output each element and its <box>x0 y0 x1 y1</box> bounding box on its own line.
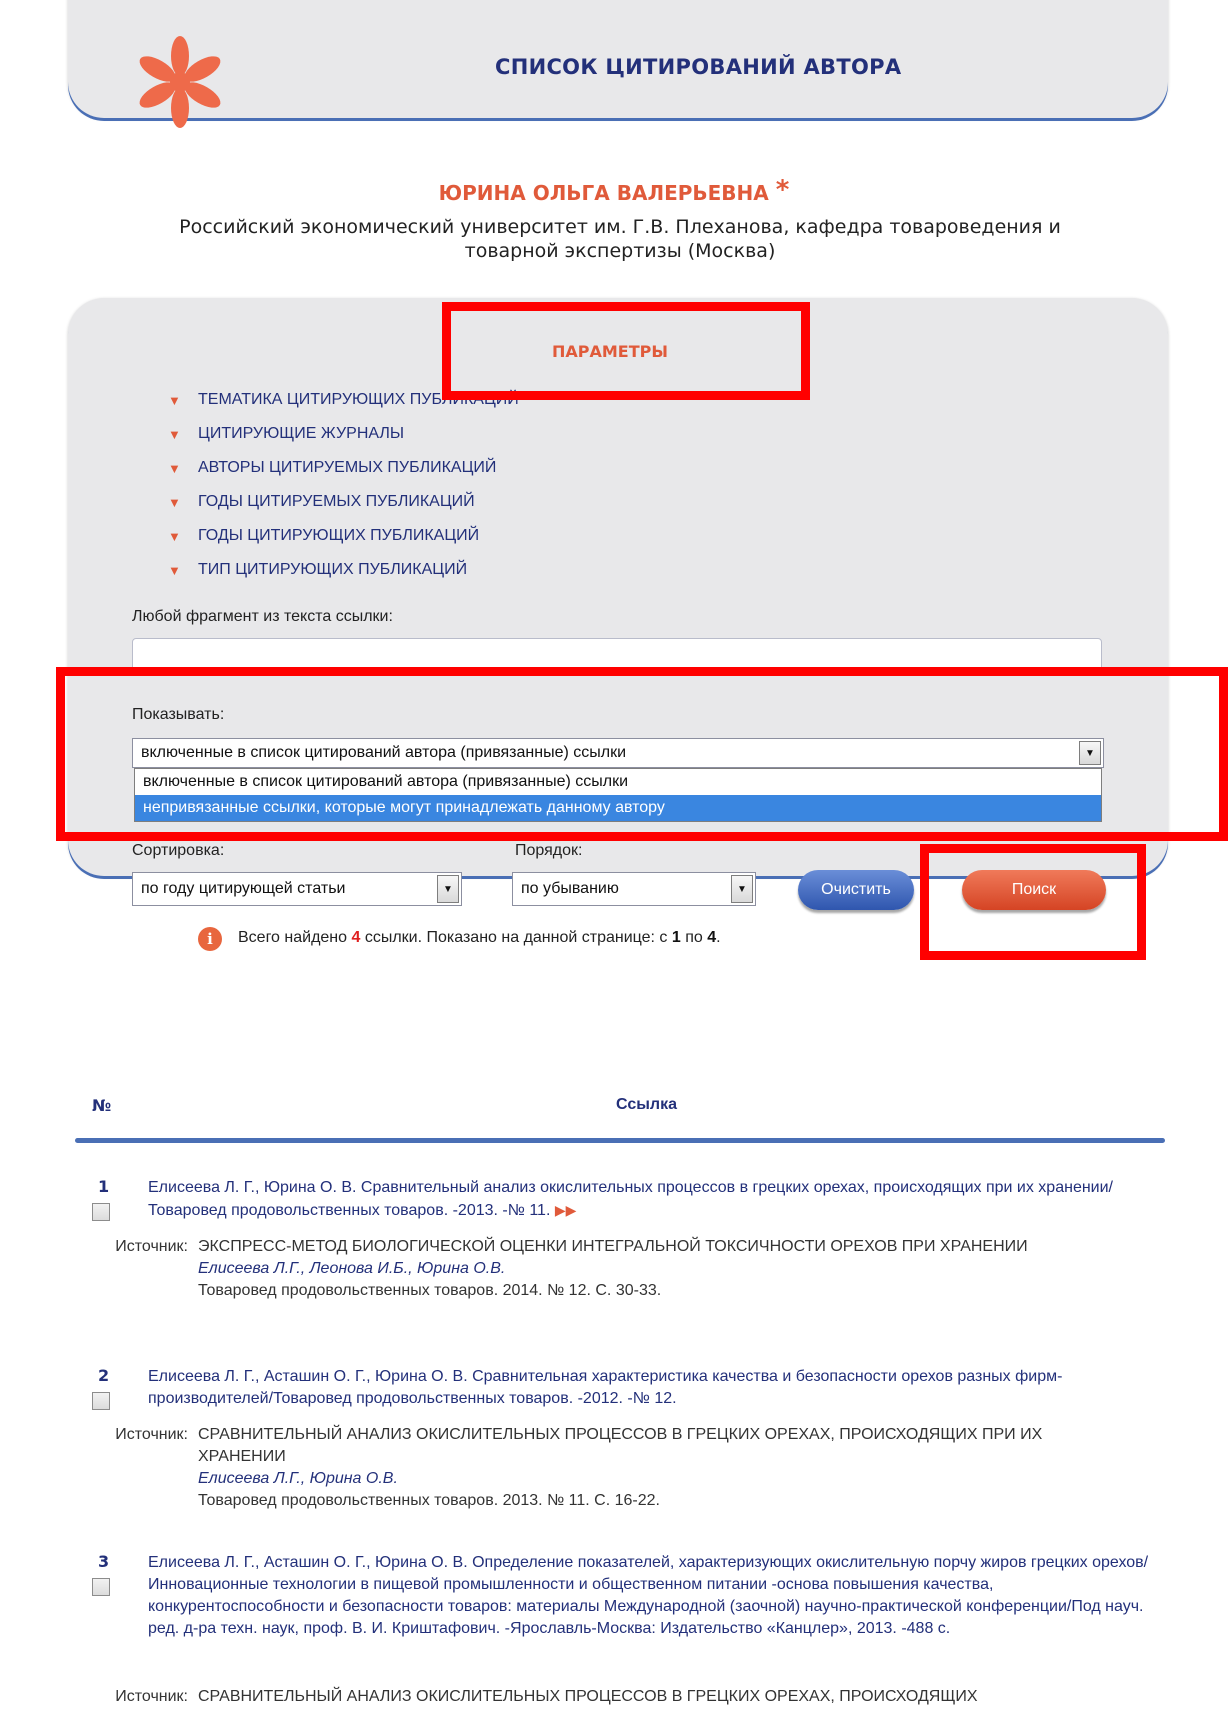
results-to: 4 <box>707 929 717 946</box>
source-label: Источник: <box>115 1238 188 1255</box>
filter-item-citing-years[interactable]: ▼ ГОДЫ ЦИТИРУЮЩИХ ПУБЛИКАЦИЙ <box>168 519 519 553</box>
citation-text: Елисеева Л. Г., Юрина О. В. Сравнительны… <box>148 1179 1113 1219</box>
filter-item-citing-journals[interactable]: ▼ ЦИТИРУЮЩИЕ ЖУРНАЛЫ <box>168 417 519 451</box>
source-label: Источник: <box>115 1688 188 1705</box>
chevron-down-icon[interactable]: ▼ <box>437 875 459 903</box>
clear-button[interactable]: Очистить <box>798 870 914 910</box>
citation-checkbox[interactable] <box>92 1203 110 1221</box>
order-label: Порядок: <box>515 842 583 859</box>
citation-checkbox[interactable] <box>92 1578 110 1596</box>
order-select[interactable]: по убыванию ▼ <box>512 872 756 906</box>
citation-text: Елисеева Л. Г., Асташин О. Г., Юрина О. … <box>148 1554 1149 1637</box>
highlight-box-search <box>920 844 1146 960</box>
results-from: 1 <box>671 929 681 946</box>
triangle-down-icon: ▼ <box>168 528 181 544</box>
triangle-down-icon: ▼ <box>168 562 181 578</box>
filter-label: ТИП ЦИТИРУЮЩИХ ПУБЛИКАЦИЙ <box>198 561 468 578</box>
citation-checkbox[interactable] <box>92 1392 110 1410</box>
filter-list: ▼ ТЕМАТИКА ЦИТИРУЮЩИХ ПУБЛИКАЦИЙ ▼ ЦИТИРУЮ… <box>168 383 519 587</box>
info-icon: i <box>198 927 222 951</box>
filter-label: АВТОРЫ ЦИТИРУЕМЫХ ПУБЛИКАЦИЙ <box>198 459 497 476</box>
flower-logo-icon <box>139 36 221 128</box>
source-label: Источник: <box>115 1426 188 1443</box>
citation-number: 3 <box>98 1552 110 1571</box>
source-authors: Елисеева Л.Г., Леонова И.Б., Юрина О.В. <box>198 1260 506 1277</box>
author-name-text: ЮРИНА ОЛЬГА ВАЛЕРЬЕВНА <box>438 181 769 205</box>
column-header-number: № <box>92 1096 112 1115</box>
source-title[interactable]: СРАВНИТЕЛЬНЫЙ АНАЛИЗ ОКИСЛИТЕЛЬНЫХ ПРОЦЕ… <box>198 1424 1078 1468</box>
author-name: ЮРИНА ОЛЬГА ВАЛЕРЬЕВНА * <box>0 175 1228 205</box>
source-journal: Товаровед продовольственных товаров. 201… <box>198 1282 662 1299</box>
source-journal: Товаровед продовольственных товаров. 201… <box>198 1492 660 1509</box>
header-divider <box>75 1138 1165 1143</box>
citation-text: Елисеева Л. Г., Асташин О. Г., Юрина О. … <box>148 1368 1063 1407</box>
filter-label: ГОДЫ ЦИТИРУЮЩИХ ПУБЛИКАЦИЙ <box>198 527 480 544</box>
page-title: СПИСОК ЦИТИРОВАНИЙ АВТОРА <box>495 55 902 79</box>
triangle-down-icon: ▼ <box>168 426 181 442</box>
citation-row: 3 Елисеева Л. Г., Асташин О. Г., Юрина О… <box>90 1552 1180 1672</box>
filter-label: ГОДЫ ЦИТИРУЕМЫХ ПУБЛИКАЦИЙ <box>198 493 475 510</box>
column-header-reference: Ссылка <box>616 1096 677 1113</box>
sort-select[interactable]: по году цитирующей статьи ▼ <box>132 872 462 906</box>
author-affiliation: Российский экономический университет им.… <box>179 216 1061 262</box>
double-arrow-right-icon[interactable]: ▶▶ <box>555 1202 577 1218</box>
sort-label: Сортировка: <box>132 842 225 859</box>
source-authors: Елисеева Л.Г., Юрина О.В. <box>198 1470 398 1487</box>
chevron-down-icon[interactable]: ▼ <box>731 875 753 903</box>
triangle-down-icon: ▼ <box>168 392 181 408</box>
triangle-down-icon: ▼ <box>168 494 181 510</box>
source-title[interactable]: ЭКСПРЕСС-МЕТОД БИОЛОГИЧЕСКОЙ ОЦЕНКИ ИНТЕ… <box>198 1236 1078 1258</box>
filter-label: ЦИТИРУЮЩИЕ ЖУРНАЛЫ <box>198 425 405 442</box>
author-star-icon[interactable]: * <box>776 175 790 205</box>
order-select-value: по убыванию <box>521 880 619 897</box>
citation-number: 1 <box>98 1177 110 1196</box>
triangle-down-icon: ▼ <box>168 460 181 476</box>
highlight-box-parameters <box>442 302 810 400</box>
source-title[interactable]: СРАВНИТЕЛЬНЫЙ АНАЛИЗ ОКИСЛИТЕЛЬНЫХ ПРОЦЕ… <box>198 1686 1078 1708</box>
citation-number: 2 <box>98 1366 110 1385</box>
fragment-label: Любой фрагмент из текста ссылки: <box>132 608 393 625</box>
filter-item-cited-authors[interactable]: ▼ АВТОРЫ ЦИТИРУЕМЫХ ПУБЛИКАЦИЙ <box>168 451 519 485</box>
results-summary: Всего найдено 4 ссылки. Показано на данн… <box>238 929 721 946</box>
filter-item-citing-type[interactable]: ▼ ТИП ЦИТИРУЮЩИХ ПУБЛИКАЦИЙ <box>168 553 519 587</box>
sort-select-value: по году цитирующей статьи <box>141 880 346 897</box>
citation-row: 2 Елисеева Л. Г., Асташин О. Г., Юрина О… <box>90 1366 1180 1426</box>
highlight-box-show-options <box>56 667 1228 841</box>
filter-item-cited-years[interactable]: ▼ ГОДЫ ЦИТИРУЕМЫХ ПУБЛИКАЦИЙ <box>168 485 519 519</box>
